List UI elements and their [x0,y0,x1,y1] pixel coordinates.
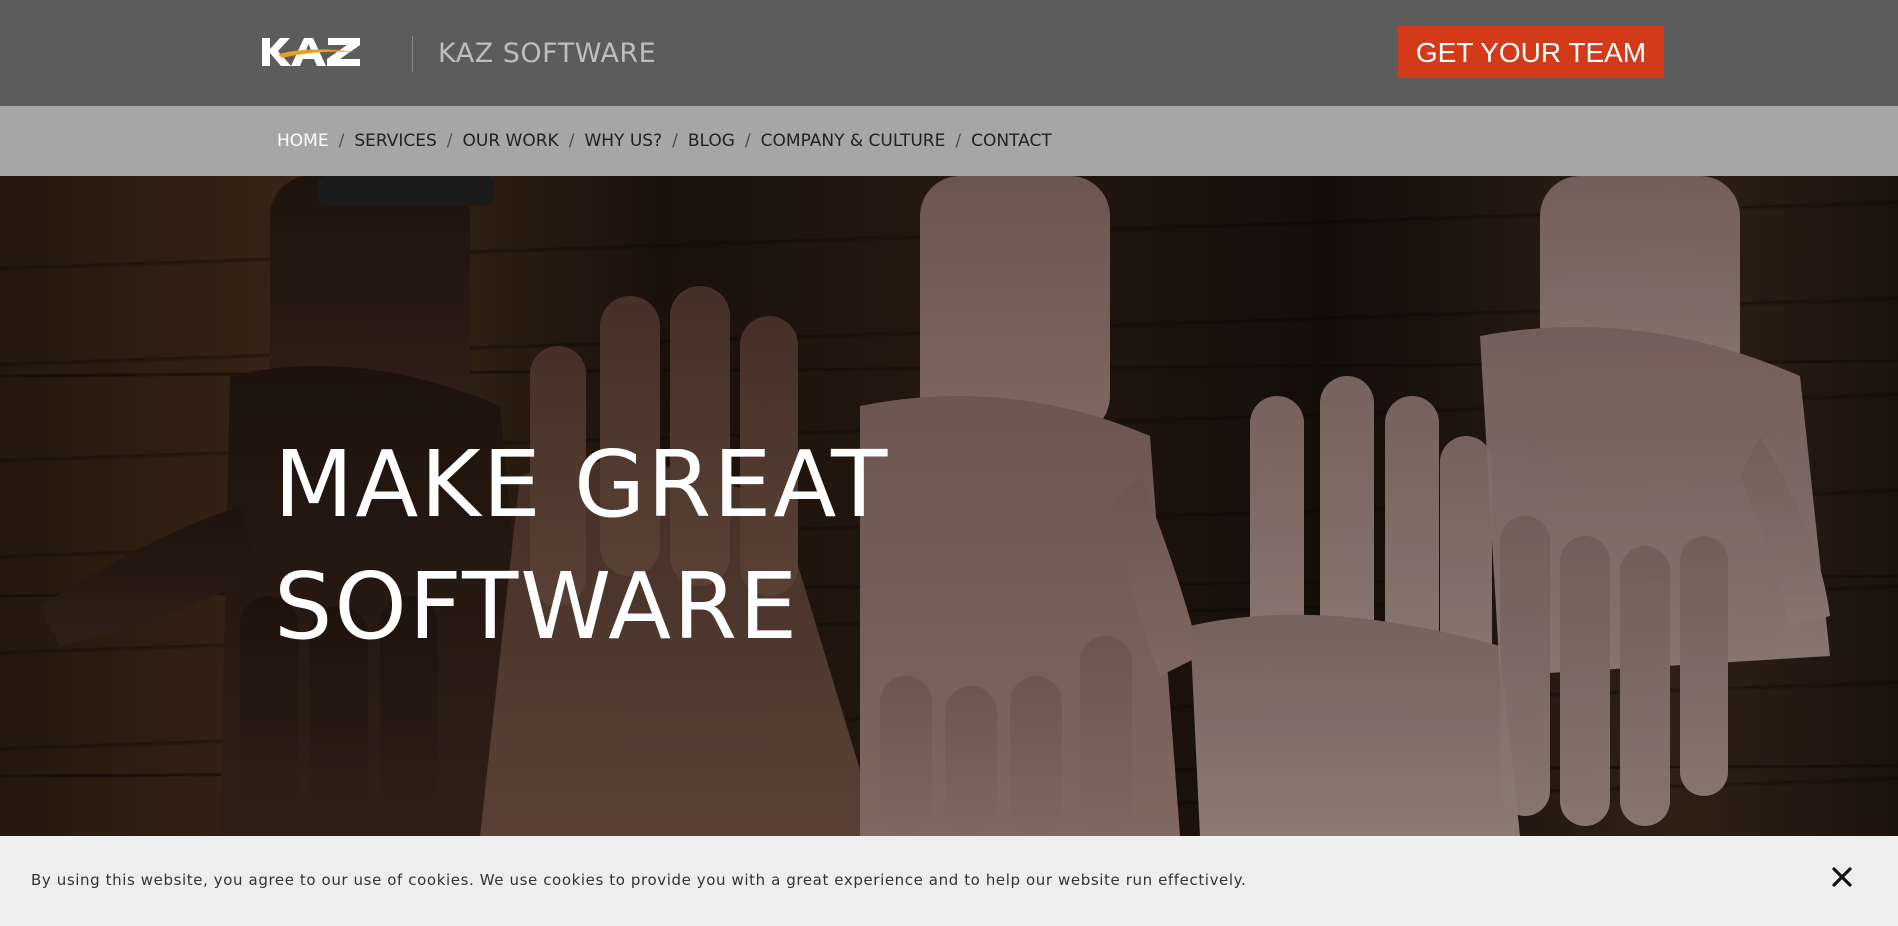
cookie-message: By using this website, you agree to our … [31,871,1247,889]
nav-item-our-work[interactable]: OUR WORK [463,131,559,151]
nav-separator: / [568,131,575,151]
nav-item-contact[interactable]: CONTACT [971,131,1052,151]
nav-item-why-us[interactable]: WHY US? [584,131,662,151]
site-header: KAZ SOFTWARE GET YOUR TEAM [0,0,1898,106]
hero-headline-line-1: MAKE GREAT [274,431,890,538]
nav-separator: / [338,131,345,151]
nav-item-company-culture[interactable]: COMPANY & CULTURE [761,131,946,151]
nav-item-blog[interactable]: BLOG [688,131,735,151]
nav-item-home[interactable]: HOME [277,131,329,151]
nav-separator: / [672,131,678,151]
hero-section: MAKE GREAT SOFTWARE [0,176,1898,836]
nav-item-services[interactable]: SERVICES [354,131,436,151]
logo-divider [412,36,413,72]
page: KAZ SOFTWARE GET YOUR TEAM HOME / SERVIC… [0,0,1898,926]
kaz-logo-mark [262,38,360,66]
brand-name: KAZ SOFTWARE [438,38,657,69]
main-nav: HOME / SERVICES / OUR WORK / WHY US? / B… [0,106,1898,176]
nav-separator: / [744,131,751,151]
cookie-consent-bar: By using this website, you agree to our … [0,836,1898,926]
hero-headline-line-2: SOFTWARE [274,553,800,660]
kaz-logo[interactable] [260,34,368,70]
get-your-team-button[interactable]: GET YOUR TEAM [1398,26,1664,78]
hero-headline: MAKE GREAT SOFTWARE [274,424,889,668]
nav-list: HOME / SERVICES / OUR WORK / WHY US? / B… [277,106,1052,176]
nav-separator: / [446,131,453,151]
nav-separator: / [955,131,962,151]
cookie-close-button[interactable] [1827,862,1857,892]
close-icon [1832,867,1852,887]
